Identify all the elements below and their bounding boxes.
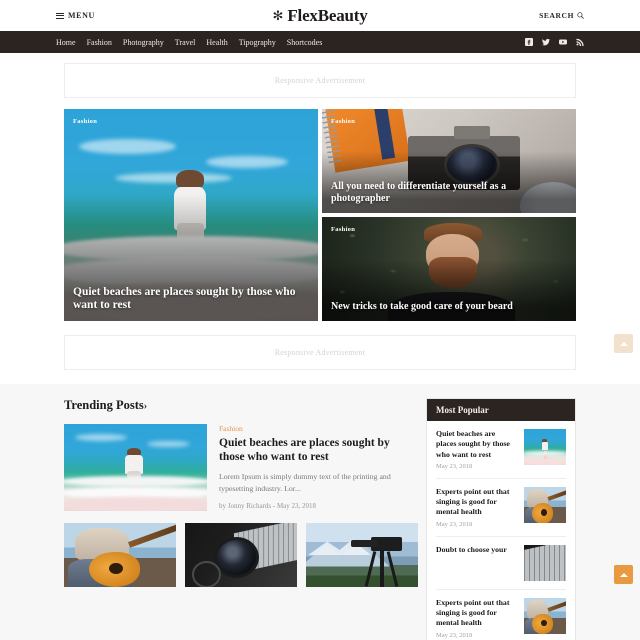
trending-post-category[interactable]: Fashion xyxy=(219,424,418,433)
popular-item-2-date: May 23, 2018 xyxy=(436,520,473,528)
chevron-right-icon: › xyxy=(143,401,148,412)
nav-item-tipography[interactable]: Tipography xyxy=(239,38,276,47)
featured-side-card-1[interactable]: Fashion All you need to differentiate yo… xyxy=(322,109,576,213)
thumbnail-row xyxy=(64,523,418,587)
rss-icon[interactable] xyxy=(576,38,584,46)
twitter-icon[interactable] xyxy=(542,38,550,46)
popular-item-4[interactable]: Experts point out that singing is good f… xyxy=(436,590,566,640)
most-popular-title: Most Popular xyxy=(427,399,575,421)
nav-item-photography[interactable]: Photography xyxy=(123,38,164,47)
top-ad-label: Responsive Advertisement xyxy=(274,76,366,85)
top-ad-wrapper: Responsive Advertisement xyxy=(0,53,640,98)
popular-item-1-title[interactable]: Quiet beaches are places sought by those… xyxy=(436,429,517,460)
trending-post-title[interactable]: Quiet beaches are places sought by those… xyxy=(219,436,418,465)
popular-item-2[interactable]: Experts point out that singing is good f… xyxy=(436,479,566,537)
snowflake-icon: ✻ xyxy=(272,8,284,23)
popular-item-1-text: Quiet beaches are places sought by those… xyxy=(436,429,517,470)
popular-item-4-text: Experts point out that singing is good f… xyxy=(436,598,517,639)
sidebar: Most Popular Quiet beaches are places so… xyxy=(426,398,576,640)
popular-item-2-text: Experts point out that singing is good f… xyxy=(436,487,517,528)
featured-main-category[interactable]: Fashion xyxy=(73,118,97,125)
mid-ad-label: Responsive Advertisement xyxy=(274,348,366,357)
popular-item-3-title[interactable]: Doubt to choose your xyxy=(436,545,517,555)
popular-item-4-date: May 23, 2018 xyxy=(436,631,473,639)
featured-side-category-2[interactable]: Fashion xyxy=(331,226,355,233)
most-popular-widget: Most Popular Quiet beaches are places so… xyxy=(426,398,576,640)
featured-side-title-1: All you need to differentiate yourself a… xyxy=(331,181,507,205)
mid-ad-wrapper: Responsive Advertisement xyxy=(0,321,640,384)
arrow-up-icon xyxy=(619,572,628,577)
menu-label: MENU xyxy=(68,11,95,20)
camera-lens-laptop-thumbnail[interactable] xyxy=(185,523,297,587)
search-button[interactable]: SEARCH xyxy=(539,11,584,20)
beach-thumbnail[interactable] xyxy=(524,429,566,465)
content-section: Trending Posts› Fashion Quiet beaches ar… xyxy=(0,384,640,640)
hamburger-icon xyxy=(56,12,64,19)
popular-item-2-title[interactable]: Experts point out that singing is good f… xyxy=(436,487,517,518)
nav-list: Home Fashion Photography Travel Health T… xyxy=(56,38,322,47)
scroll-to-top-button-upper[interactable] xyxy=(614,334,633,353)
featured-side-title-2: New tricks to take good care of your bea… xyxy=(331,301,513,313)
featured-side-card-2[interactable]: Fashion New tricks to take good care of … xyxy=(322,217,576,321)
brand-name: FlexBeauty xyxy=(287,5,368,25)
trending-post[interactable]: Fashion Quiet beaches are places sought … xyxy=(64,424,418,511)
main-navigation: Home Fashion Photography Travel Health T… xyxy=(0,31,640,53)
camera-tripod-mountains-thumbnail[interactable] xyxy=(306,523,418,587)
nav-item-shortcodes[interactable]: Shortcodes xyxy=(287,38,323,47)
featured-grid: Fashion Quiet beaches are places sought … xyxy=(0,98,640,321)
search-icon xyxy=(577,12,584,19)
top-advertisement: Responsive Advertisement xyxy=(64,63,576,98)
trending-column: Trending Posts› Fashion Quiet beaches ar… xyxy=(64,398,418,640)
top-bar: MENU ✻ FlexBeauty SEARCH xyxy=(0,0,640,31)
mid-advertisement: Responsive Advertisement xyxy=(64,335,576,370)
trending-post-body: Fashion Quiet beaches are places sought … xyxy=(219,424,418,511)
featured-main-title: Quiet beaches are places sought by those… xyxy=(73,285,296,312)
trending-heading-text: Trending Posts xyxy=(64,398,144,412)
popular-item-1-date: May 23, 2018 xyxy=(436,462,473,470)
search-label: SEARCH xyxy=(539,11,574,20)
page-root: MENU ✻ FlexBeauty SEARCH Home Fashion Ph… xyxy=(0,0,640,640)
menu-button[interactable]: MENU xyxy=(56,11,95,20)
popular-item-1[interactable]: Quiet beaches are places sought by those… xyxy=(436,421,566,479)
facebook-icon[interactable] xyxy=(525,38,533,46)
nav-item-health[interactable]: Health xyxy=(206,38,227,47)
nav-item-travel[interactable]: Travel xyxy=(175,38,196,47)
trending-post-thumbnail[interactable] xyxy=(64,424,207,511)
guitar-thumbnail[interactable] xyxy=(524,597,566,634)
most-popular-list: Quiet beaches are places sought by those… xyxy=(427,421,575,640)
popular-item-4-title[interactable]: Experts point out that singing is good f… xyxy=(436,598,517,629)
youtube-icon[interactable] xyxy=(559,38,567,46)
trending-heading: Trending Posts› xyxy=(64,398,418,413)
popular-item-3-text: Doubt to choose your xyxy=(436,545,517,581)
guitar-player-thumbnail[interactable] xyxy=(64,523,176,587)
arrow-up-icon xyxy=(619,341,628,346)
guitar-thumbnail[interactable] xyxy=(524,486,566,523)
trending-post-excerpt: Lorem Ipsum is simply dummy text of the … xyxy=(219,471,391,493)
trending-post-meta: by Jonny Richards - May 23, 2018 xyxy=(219,501,317,510)
featured-main-card[interactable]: Fashion Quiet beaches are places sought … xyxy=(64,109,318,321)
scroll-to-top-button-lower[interactable] xyxy=(614,565,633,584)
featured-side-category-1[interactable]: Fashion xyxy=(331,118,355,125)
featured-side-column: Fashion All you need to differentiate yo… xyxy=(322,109,576,321)
popular-item-3[interactable]: Doubt to choose your xyxy=(436,537,566,590)
keyboard-thumbnail[interactable] xyxy=(524,544,566,581)
nav-item-home[interactable]: Home xyxy=(56,38,76,47)
social-links xyxy=(525,38,584,46)
nav-item-fashion[interactable]: Fashion xyxy=(87,38,112,47)
